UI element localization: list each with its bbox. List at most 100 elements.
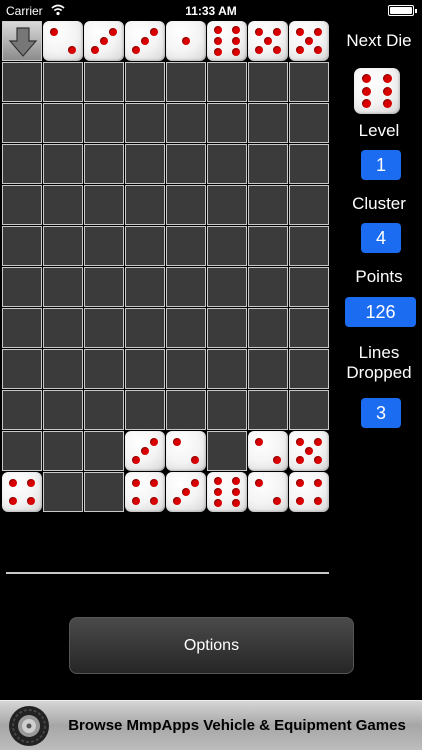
board-cell [289, 103, 329, 143]
options-button[interactable]: Options [69, 617, 354, 674]
board-cell [43, 144, 83, 184]
pip [213, 48, 222, 57]
pip [314, 497, 323, 506]
board-cell [84, 226, 124, 266]
board-cell [207, 308, 247, 348]
pip [27, 497, 36, 506]
falling-die [43, 21, 83, 61]
pip [8, 497, 17, 506]
pip [295, 437, 304, 446]
board-cell [289, 390, 329, 430]
board-cell [289, 62, 329, 102]
pip [150, 478, 159, 487]
game-board[interactable] [2, 21, 330, 553]
pip [131, 478, 140, 487]
board-die [2, 472, 42, 512]
pip [232, 488, 241, 496]
board-cell [125, 267, 165, 307]
pip [383, 73, 393, 83]
board-cell [2, 390, 42, 430]
pip [383, 99, 393, 109]
pip [141, 447, 149, 455]
points-value: 126 [345, 297, 416, 327]
board-cell [289, 308, 329, 348]
board-cell [207, 144, 247, 184]
pip [295, 46, 304, 55]
board-cell [2, 62, 42, 102]
pip [150, 497, 159, 506]
board-cell [248, 103, 288, 143]
status-time: 11:33 AM [185, 4, 237, 18]
board-cell [84, 185, 124, 225]
board-cell [207, 103, 247, 143]
board-cell [125, 185, 165, 225]
pip [232, 48, 241, 57]
lines-dropped-label-line2: Dropped [346, 363, 412, 382]
pip [314, 437, 323, 446]
pip [141, 37, 149, 45]
board-cell [289, 349, 329, 389]
board-cell [2, 431, 42, 471]
pip [254, 478, 263, 487]
pip [314, 478, 323, 487]
board-cell [166, 144, 206, 184]
pip [305, 447, 313, 455]
falling-die [125, 21, 165, 61]
falling-die [207, 21, 247, 61]
board-cell [125, 144, 165, 184]
pip [68, 46, 77, 55]
pip [131, 456, 140, 465]
board-die [166, 472, 206, 512]
pip [314, 27, 323, 36]
ad-banner[interactable]: Browse MmpApps Vehicle & Equipment Games [0, 700, 422, 750]
falling-die [84, 21, 124, 61]
pip [383, 86, 393, 96]
arrow-down-icon [8, 27, 38, 57]
board-cell [2, 226, 42, 266]
pip [232, 499, 241, 508]
pip [213, 25, 222, 34]
pip [273, 46, 282, 55]
pip [100, 37, 108, 45]
pip [49, 27, 58, 36]
board-cell [289, 267, 329, 307]
lines-dropped-label-line1: Lines [358, 343, 400, 362]
cluster-value: 4 [361, 223, 401, 253]
falling-die [166, 21, 206, 61]
pip [295, 456, 304, 465]
board-cell [166, 62, 206, 102]
pip [273, 456, 282, 465]
board-cell [166, 185, 206, 225]
board-divider [6, 572, 329, 574]
pip [191, 456, 200, 465]
pip [213, 37, 222, 45]
pip [172, 497, 181, 506]
board-cell [84, 390, 124, 430]
board-cell [2, 267, 42, 307]
pip [172, 437, 181, 446]
board-cell [84, 144, 124, 184]
board-cell [289, 144, 329, 184]
banner-text: Browse MmpApps Vehicle & Equipment Games [68, 717, 406, 734]
board-cell [2, 308, 42, 348]
pip [254, 437, 263, 446]
drop-button[interactable] [2, 21, 42, 61]
board-die [207, 472, 247, 512]
pip [27, 478, 36, 487]
board-die [125, 472, 165, 512]
pip [273, 27, 282, 36]
pip [314, 456, 323, 465]
board-cell [248, 185, 288, 225]
board-cell [248, 308, 288, 348]
board-cell [207, 62, 247, 102]
board-cell [166, 226, 206, 266]
status-bar: Carrier 11:33 AM [0, 0, 422, 22]
board-cell [125, 226, 165, 266]
points-label: Points [355, 267, 403, 286]
board-cell [207, 185, 247, 225]
board-cell [125, 308, 165, 348]
pip [131, 46, 140, 55]
pip [191, 478, 200, 487]
level-value: 1 [361, 150, 401, 180]
board-cell [2, 103, 42, 143]
